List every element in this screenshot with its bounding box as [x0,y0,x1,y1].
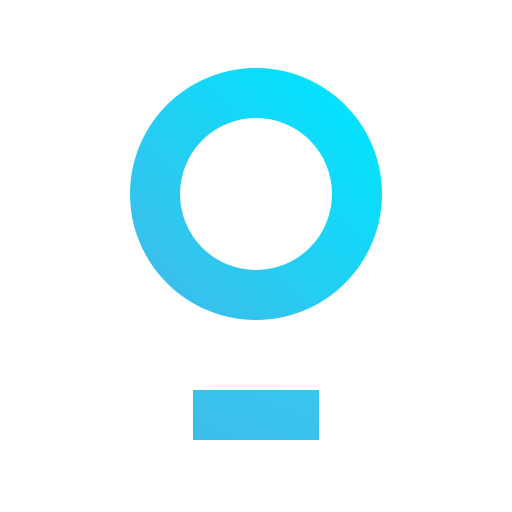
app-logo [130,68,382,440]
logo-canvas [0,0,512,512]
ring-icon [130,68,382,320]
bar-icon [193,390,319,440]
